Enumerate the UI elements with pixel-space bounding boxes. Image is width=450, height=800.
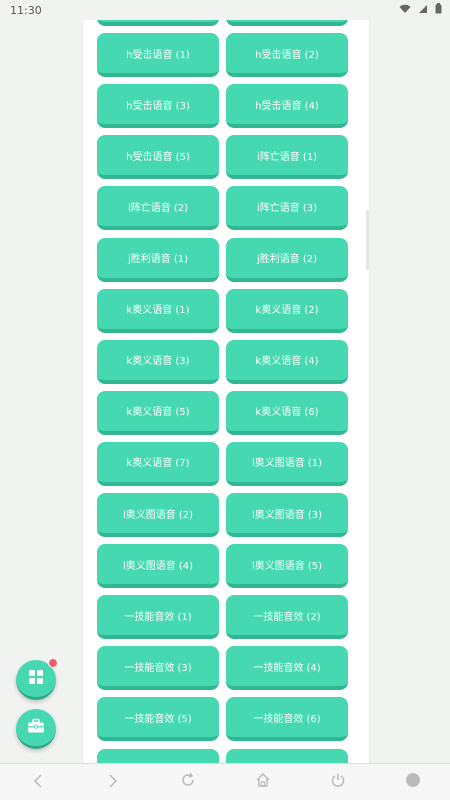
forward-icon — [107, 773, 119, 792]
status-time: 11:30 — [10, 3, 42, 17]
sound-button[interactable]: h受击语音 (3) — [97, 84, 219, 129]
sound-button[interactable]: h受击语音 (2) — [226, 33, 348, 78]
sound-button[interactable]: i阵亡语音 (2) — [97, 186, 219, 231]
sound-button[interactable]: i阵亡语音 (3) — [226, 186, 348, 231]
battery-icon — [435, 3, 442, 17]
sound-button[interactable]: i阵亡语音 (1) — [226, 135, 348, 180]
refresh-button[interactable] — [175, 769, 201, 795]
sound-button-list[interactable]: h受击语音 (1) h受击语音 (2) h受击语音 (3) h受击语音 (4) h受击语… — [83, 0, 369, 770]
home-button[interactable] — [250, 769, 276, 795]
sound-button[interactable]: k奥义语音 (2) — [226, 288, 348, 333]
back-button[interactable] — [25, 769, 51, 795]
circle-icon — [405, 772, 421, 792]
home-icon — [255, 772, 271, 792]
scrollbar[interactable] — [366, 210, 369, 270]
notification-badge — [48, 658, 58, 668]
sound-button[interactable]: k奥义语音 (7) — [97, 441, 219, 486]
sound-button[interactable]: k奥义语音 (3) — [97, 339, 219, 384]
signal-icon — [418, 4, 428, 17]
sound-button[interactable]: h受击语音 (1) — [97, 33, 219, 78]
sound-button[interactable]: k奥义语音 (5) — [97, 390, 219, 435]
sound-button[interactable]: j胜利语音 (2) — [226, 237, 348, 282]
sound-button[interactable]: k奥义语音 (4) — [226, 339, 348, 384]
sound-button[interactable]: 一技能音效 (4) — [226, 646, 348, 691]
back-icon — [32, 773, 44, 792]
grid-menu-button[interactable] — [16, 658, 58, 700]
sound-button[interactable]: 一技能音效 (2) — [226, 595, 348, 640]
wifi-icon — [399, 4, 411, 17]
assistant-button[interactable] — [400, 769, 426, 795]
sound-button[interactable]: l奥义图语音 (1) — [226, 441, 348, 486]
sound-button[interactable]: 一技能音效 (1) — [97, 595, 219, 640]
sound-button[interactable]: l奥义图语音 (3) — [226, 493, 348, 537]
refresh-icon — [180, 772, 196, 792]
sound-button[interactable]: h受击语音 (4) — [226, 84, 348, 129]
sound-button[interactable]: l奥义图语音 (2) — [97, 493, 219, 537]
toolbox-button[interactable] — [16, 709, 56, 749]
sound-button[interactable]: 一技能音效 (5) — [97, 697, 219, 742]
power-icon — [330, 772, 346, 792]
power-button[interactable] — [325, 769, 351, 795]
forward-button[interactable] — [100, 769, 126, 795]
sound-button[interactable]: j胜利语音 (1) — [97, 237, 219, 282]
toolbox-icon — [27, 718, 45, 738]
sound-button[interactable]: h受击语音 (5) — [97, 135, 219, 180]
status-bar: 11:30 — [0, 0, 450, 20]
sound-button[interactable]: 一技能音效 (3) — [97, 646, 219, 691]
sound-button[interactable]: l奥义图语音 (4) — [97, 544, 219, 589]
sound-button[interactable]: k奥义语音 (1) — [97, 288, 219, 333]
grid-icon — [28, 669, 44, 689]
sound-button[interactable]: l奥义图语音 (5) — [226, 544, 348, 589]
navigation-bar — [0, 763, 450, 800]
sound-button[interactable]: 一技能音效 (6) — [226, 697, 348, 742]
sound-button[interactable]: k奥义语音 (6) — [226, 390, 348, 435]
